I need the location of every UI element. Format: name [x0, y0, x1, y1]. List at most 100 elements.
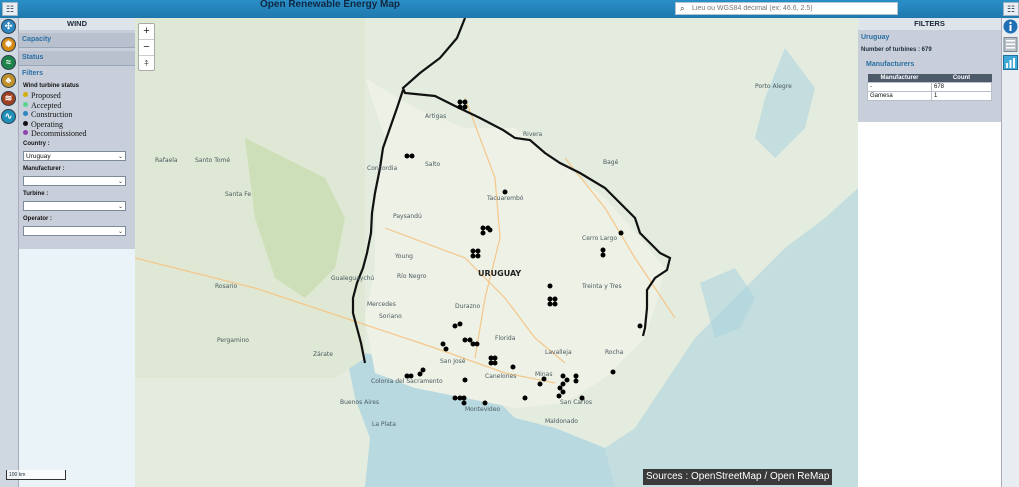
turbine-marker[interactable] — [573, 378, 579, 384]
status-construction[interactable]: Construction — [19, 110, 135, 120]
turbine-marker[interactable] — [408, 373, 414, 379]
turbine-marker[interactable] — [462, 377, 468, 383]
status-accepted[interactable]: Accepted — [19, 101, 135, 111]
turbine-marker[interactable] — [482, 400, 488, 406]
label-rio-negro: Río Negro — [397, 273, 427, 280]
turbine-marker[interactable] — [547, 296, 553, 302]
turbine-marker[interactable] — [467, 337, 473, 343]
turbine-marker[interactable] — [475, 253, 481, 259]
status-proposed[interactable]: Proposed — [19, 91, 135, 101]
wind-category-icon[interactable]: ✣ — [1, 19, 16, 34]
turbine-marker[interactable] — [420, 367, 426, 373]
table-cell: - — [867, 82, 932, 92]
turbine-marker[interactable] — [452, 323, 458, 329]
hydro-category-icon[interactable]: ≈ — [1, 55, 16, 70]
status-decommissioned[interactable]: Decommissioned — [19, 129, 135, 139]
search-box[interactable]: ⌕ — [675, 2, 898, 15]
manufacturer-select[interactable]: ⌄ — [23, 175, 126, 186]
turbine-marker[interactable] — [579, 395, 585, 401]
turbine-marker[interactable] — [600, 252, 606, 258]
filters-panel-title: FILTERS — [858, 18, 1001, 30]
left-menu-button[interactable]: ☷ — [2, 2, 18, 16]
chart-icon[interactable] — [1003, 55, 1018, 70]
operator-select[interactable]: ⌄ — [23, 225, 126, 236]
turbine-marker[interactable] — [547, 301, 553, 307]
turbine-marker[interactable] — [610, 369, 616, 375]
turbine-marker[interactable] — [600, 247, 606, 253]
turbine-marker[interactable] — [510, 364, 516, 370]
turbine-marker[interactable] — [462, 104, 468, 110]
turbine-marker[interactable] — [637, 323, 643, 329]
table-header-row: Manufacturer Count — [867, 74, 992, 83]
turbine-marker[interactable] — [452, 395, 458, 401]
turbine-marker[interactable] — [480, 230, 486, 236]
reset-view-button[interactable]: ⍏ — [139, 56, 154, 71]
status-accordion[interactable]: Status — [19, 51, 135, 66]
wind-panel: WIND Capacity Status Filters Wind turbin… — [19, 18, 135, 249]
bio-category-icon[interactable]: ♣ — [1, 73, 16, 88]
turbine-marker[interactable] — [470, 253, 476, 259]
turbine-marker[interactable] — [552, 296, 558, 302]
turbine-marker[interactable] — [618, 230, 624, 236]
status-operating[interactable]: Operating — [19, 120, 135, 130]
label-rivera: Rivera — [523, 131, 543, 138]
turbine-marker[interactable] — [417, 371, 423, 377]
turbine-marker[interactable] — [537, 381, 543, 387]
turbine-marker[interactable] — [547, 283, 553, 289]
turbine-marker[interactable] — [461, 395, 467, 401]
search-input[interactable] — [692, 3, 892, 14]
turbine-marker[interactable] — [457, 99, 463, 105]
turbine-marker[interactable] — [404, 153, 410, 159]
turbine-marker[interactable] — [475, 248, 481, 254]
map-canvas[interactable]: Porto Alegre Santa Fe Rosario Buenos Air… — [135, 18, 858, 487]
turbine-marker[interactable] — [552, 301, 558, 307]
turbine-marker[interactable] — [461, 400, 467, 406]
turbine-marker[interactable] — [502, 189, 508, 195]
marine-category-icon[interactable]: ∿ — [1, 109, 16, 124]
turbine-marker[interactable] — [557, 385, 563, 391]
selected-country: Uruguay — [861, 34, 890, 41]
uruguay-land — [365, 78, 665, 408]
turbine-marker[interactable] — [487, 227, 493, 233]
turbine-marker[interactable] — [462, 337, 468, 343]
turbine-marker[interactable] — [560, 373, 566, 379]
turbine-marker[interactable] — [492, 360, 498, 366]
proposed-dot-icon — [23, 92, 28, 97]
label-mercedes: Mercedes — [367, 301, 396, 308]
solar-category-icon[interactable]: ✹ — [1, 37, 16, 52]
label-uruguay: URUGUAY — [478, 269, 521, 278]
turbine-marker[interactable] — [462, 99, 468, 105]
manufacturers-heading: Manufacturers — [866, 61, 915, 68]
right-menu-button[interactable]: ☷ — [1003, 2, 1019, 16]
label-lavalleja: Lavalleja — [545, 349, 572, 356]
turbine-marker[interactable] — [443, 346, 449, 352]
label-canelones: Canelones — [485, 373, 516, 380]
country-select[interactable]: Uruguay ⌄ — [23, 150, 126, 161]
turbine-marker[interactable] — [440, 341, 446, 347]
turbine-marker[interactable] — [470, 248, 476, 254]
turbine-marker[interactable] — [474, 341, 480, 347]
turbine-marker[interactable] — [573, 373, 579, 379]
capacity-accordion[interactable]: Capacity — [19, 33, 135, 48]
turbine-marker[interactable] — [492, 355, 498, 361]
turbine-marker[interactable] — [556, 393, 562, 399]
zoom-out-button[interactable]: − — [139, 40, 154, 56]
turbine-marker[interactable] — [409, 153, 415, 159]
turbine-marker[interactable] — [457, 104, 463, 110]
turbine-marker[interactable] — [564, 377, 570, 383]
geothermal-category-icon[interactable]: ≋ — [1, 91, 16, 106]
construction-dot-icon — [23, 111, 28, 116]
zoom-in-button[interactable]: + — [139, 24, 154, 40]
info-icon[interactable] — [1003, 19, 1018, 34]
turbine-select[interactable]: ⌄ — [23, 200, 126, 211]
list-icon[interactable] — [1003, 37, 1018, 52]
turbine-marker[interactable] — [480, 225, 486, 231]
label-san-carlos: San Carlos — [560, 399, 592, 406]
turbine-marker[interactable] — [522, 395, 528, 401]
turbine-marker[interactable] — [457, 321, 463, 327]
turbine-marker[interactable] — [541, 376, 547, 382]
turbine-marker[interactable] — [560, 389, 566, 395]
turbine-marker[interactable] — [560, 381, 566, 387]
label-treinta-y-tres: Treinta y Tres — [581, 283, 622, 290]
filters-heading[interactable]: Filters — [19, 66, 135, 81]
